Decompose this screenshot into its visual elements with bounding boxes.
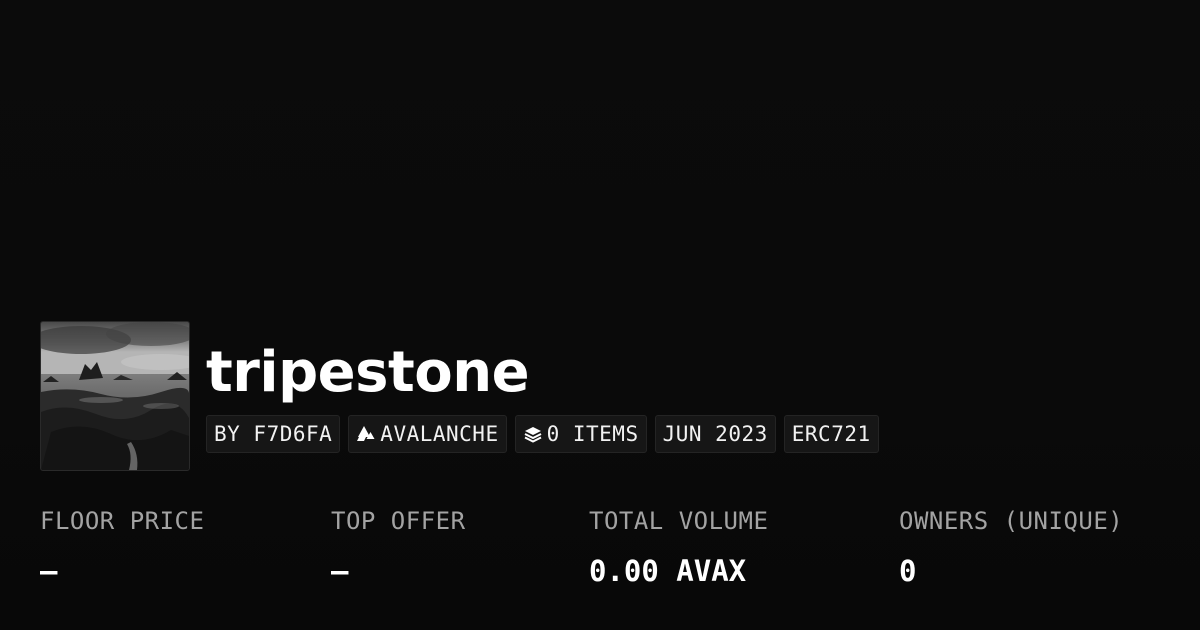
collection-meta-chips: BY F7D6FA AVALANCHE 0 ITEMS JUN 2023 ERC… xyxy=(206,415,879,453)
total-volume-label: TOTAL VOLUME xyxy=(589,507,769,535)
seascape-image xyxy=(41,322,189,470)
date-chip: JUN 2023 xyxy=(654,415,776,453)
avalanche-icon xyxy=(356,424,376,444)
stat-top-offer: TOP OFFER – xyxy=(331,505,466,589)
standard-label: ERC721 xyxy=(791,422,871,446)
floor-price-label: FLOOR PRICE xyxy=(40,507,205,535)
owners-label: OWNERS (UNIQUE) xyxy=(899,507,1124,535)
stat-owners: OWNERS (UNIQUE) 0 xyxy=(899,505,1123,589)
items-label: 0 ITEMS xyxy=(546,422,639,446)
collection-thumbnail[interactable] xyxy=(40,321,190,471)
standard-chip: ERC721 xyxy=(783,415,879,453)
top-offer-label: TOP OFFER xyxy=(331,507,466,535)
floor-price-value: – xyxy=(40,554,58,588)
stat-floor-price: FLOOR PRICE – xyxy=(40,505,204,589)
owners-value: 0 xyxy=(899,554,917,588)
date-label: JUN 2023 xyxy=(662,422,768,446)
collection-name: tripestone xyxy=(206,340,530,405)
items-chip[interactable]: 0 ITEMS xyxy=(514,415,647,453)
stat-total-volume: TOTAL VOLUME 0.00 AVAX xyxy=(589,505,768,589)
creator-chip[interactable]: BY F7D6FA xyxy=(206,415,341,453)
chain-label: AVALANCHE xyxy=(380,422,499,446)
top-offer-value: – xyxy=(331,554,349,588)
layers-icon xyxy=(523,424,543,444)
total-volume-value: 0.00 AVAX xyxy=(589,554,747,588)
creator-label: BY F7D6FA xyxy=(214,422,333,446)
chain-chip[interactable]: AVALANCHE xyxy=(348,415,507,453)
collection-card: tripestone BY F7D6FA AVALANCHE 0 ITEMS J… xyxy=(0,0,1200,630)
